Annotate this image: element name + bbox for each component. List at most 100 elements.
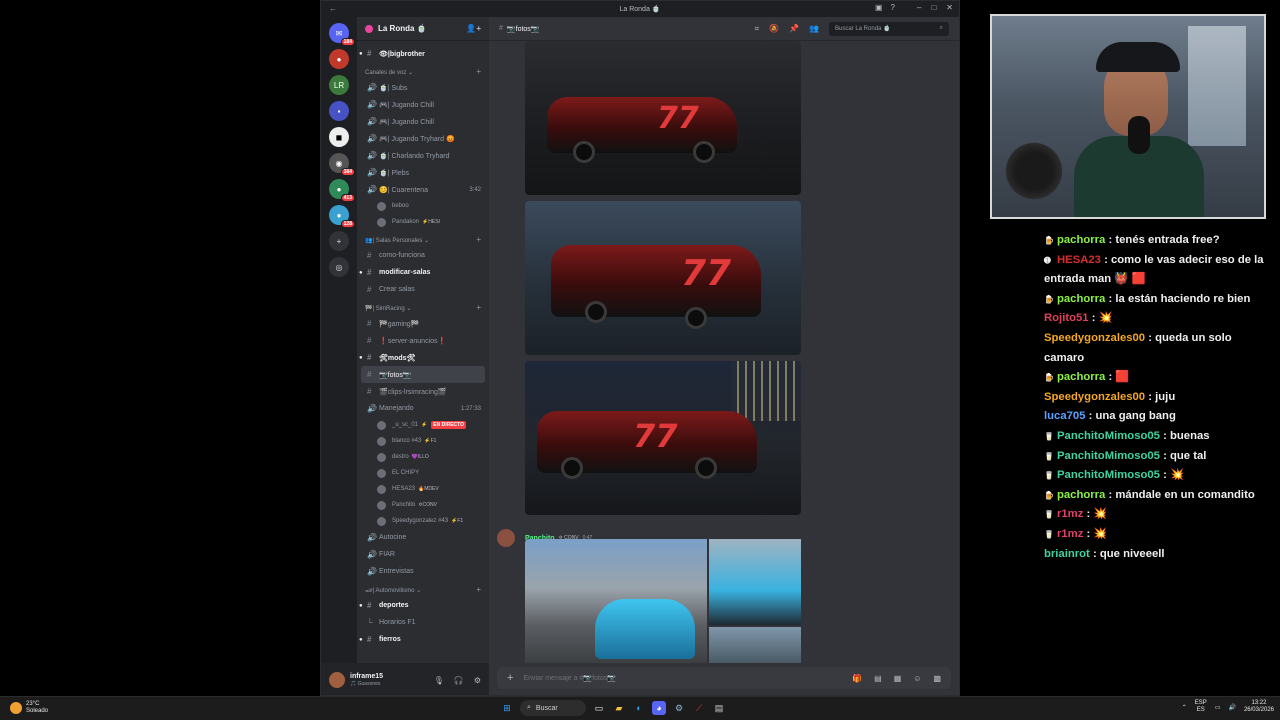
voice-channel[interactable]: 🔊 🍵| Subs — [357, 79, 489, 96]
voice-user[interactable]: Speedygonzalez #43 ⚡F1 — [357, 513, 489, 529]
attachment-image[interactable] — [525, 539, 707, 663]
network-icon[interactable]: ▭ — [1215, 704, 1221, 711]
edge-icon[interactable]: ◐ — [632, 701, 646, 715]
chat-username[interactable]: briainrot — [1044, 548, 1090, 560]
voice-channel[interactable]: 🔊 🎮| Jugando Tryhard 😡 — [357, 130, 489, 147]
voice-channel[interactable]: 🔊 Autocine — [357, 529, 489, 546]
server-icon[interactable]: ◉ 384 — [329, 153, 355, 176]
chat-username[interactable]: r1mz — [1057, 528, 1083, 540]
minimize-button[interactable]: – — [917, 3, 921, 12]
inbox-icon[interactable]: ▣ — [875, 3, 883, 12]
server-icon[interactable]: ◼ — [329, 127, 349, 147]
weather-widget[interactable]: 23°C Soleado — [10, 701, 48, 715]
voice-channel[interactable]: 🔊 🎮| Jugando Chill — [357, 113, 489, 130]
headphones-icon[interactable]: 🎧 — [454, 676, 464, 685]
server-icon[interactable]: ● 413 — [329, 179, 355, 202]
voice-user[interactable]: _u_sc_01 ⚡ EN DIRECTO — [357, 417, 489, 433]
chevron-up-icon[interactable]: ⌃ — [1182, 704, 1187, 711]
voice-user[interactable]: HESA23 🔥MDEV — [357, 481, 489, 497]
clock[interactable]: 13:22 26/03/2026 — [1244, 700, 1274, 714]
gift-icon[interactable]: 🎁 — [852, 674, 862, 683]
text-channel[interactable]: ● # deportes — [357, 597, 489, 614]
chat-username[interactable]: Speedygonzales00 — [1044, 391, 1145, 403]
discord-icon[interactable]: ◕ — [652, 701, 666, 715]
voice-user[interactable]: EL CHIPY — [357, 465, 489, 481]
chat-username[interactable]: pachorra — [1057, 234, 1105, 246]
server-folder-icon[interactable]: ▪ — [329, 101, 349, 121]
text-channel[interactable]: ● # 🛠mods🛠 — [357, 349, 489, 366]
back-arrow-icon[interactable]: ← — [329, 4, 337, 13]
text-channel[interactable]: # 🎬clips-lrsimracing🎬 — [357, 383, 489, 400]
add-channel-icon[interactable]: + — [476, 303, 481, 312]
attachment-image[interactable]: 77 — [525, 41, 801, 195]
explore-icon[interactable]: ◎ — [329, 257, 349, 277]
voice-user[interactable]: beboo — [357, 198, 489, 214]
apps-icon[interactable]: ▩ — [933, 674, 941, 683]
chat-username[interactable]: pachorra — [1057, 489, 1105, 501]
voice-user[interactable]: destro 💜ILLO — [357, 449, 489, 465]
voice-channel[interactable]: 🔊 Entrevistas — [357, 563, 489, 580]
threads-icon[interactable]: ⌗ — [755, 24, 760, 34]
attachment-image[interactable] — [709, 627, 801, 663]
start-icon[interactable]: ⊞ — [500, 701, 514, 715]
voice-channel[interactable]: 🔊 🎮| Jugando Chill — [357, 96, 489, 113]
gif-icon[interactable]: ▤ — [874, 674, 882, 683]
microphone-icon[interactable]: 🎙 — [434, 676, 444, 685]
attachment-image[interactable]: 77 — [525, 361, 801, 515]
invite-icon[interactable]: 👤+ — [466, 24, 481, 33]
attach-plus-icon[interactable]: + — [507, 672, 513, 684]
app-icon[interactable]: ⟋ — [692, 701, 706, 715]
message-composer[interactable]: + Enviar mensaje a #📷fotos📷 🎁 ▤ ▦ ☺ ▩ — [497, 667, 951, 689]
server-home-icon[interactable]: ✉ 184 — [329, 23, 355, 46]
maximize-button[interactable]: □ — [931, 3, 936, 12]
chat-username[interactable]: Speedygonzales00 — [1044, 332, 1145, 344]
add-channel-icon[interactable]: + — [476, 585, 481, 594]
text-channel[interactable]: # como-funciona — [357, 247, 489, 264]
sticker-icon[interactable]: ▦ — [894, 674, 902, 683]
chat-username[interactable]: pachorra — [1057, 293, 1105, 305]
text-channel[interactable]: # ❗server-anuncios❗ — [357, 332, 489, 349]
text-channel[interactable]: # Crear salas — [357, 281, 489, 298]
text-channel[interactable]: ● # modificar-salas — [357, 264, 489, 281]
emoji-icon[interactable]: ☺ — [913, 674, 921, 683]
avatar[interactable] — [497, 529, 515, 547]
task-view-icon[interactable]: ▭ — [592, 701, 606, 715]
app-icon[interactable]: ▤ — [712, 701, 726, 715]
taskbar-search[interactable]: ⌕ Buscar — [520, 700, 586, 716]
text-channel[interactable]: # 🏁gaming🏁 — [357, 315, 489, 332]
guild-header[interactable]: La Ronda 🍵 👤+ — [357, 17, 489, 41]
voice-channel[interactable]: 🔊 🍵| Charlando Tryhard — [357, 147, 489, 164]
server-icon[interactable]: ● 128 — [329, 205, 355, 228]
chat-username[interactable]: Rojito51 — [1044, 312, 1089, 324]
server-icon[interactable]: ● — [329, 49, 349, 69]
file-explorer-icon[interactable]: ▰ — [612, 701, 626, 715]
chat-username[interactable]: PanchitoMimoso05 — [1057, 469, 1160, 481]
steam-icon[interactable]: ⚙ — [672, 701, 686, 715]
chat-username[interactable]: PanchitoMimoso05 — [1057, 450, 1160, 462]
voice-channel[interactable]: 🔊 😊| Cuarentena 3:42 — [357, 181, 489, 198]
gear-icon[interactable]: ⚙ — [474, 676, 481, 685]
thread-item[interactable]: └ Horarios F1 — [357, 614, 489, 631]
server-la-ronda-icon[interactable]: LR — [329, 75, 349, 95]
voice-channel[interactable]: 🔊 Manejando 1:27:33 — [357, 400, 489, 417]
attachment-image[interactable] — [709, 539, 801, 625]
voice-user[interactable]: Panchito ✡CONV — [357, 497, 489, 513]
close-button[interactable]: ✕ — [946, 3, 953, 12]
chat-username[interactable]: HESA23 — [1057, 254, 1101, 266]
voice-user[interactable]: blanco #43 ⚡F1 — [357, 433, 489, 449]
channel-category[interactable]: Canales de voz ⌄ + — [357, 62, 489, 79]
avatar[interactable] — [329, 672, 345, 688]
channel-category[interactable]: 🏎| Automovilismo ⌄ + — [357, 580, 489, 597]
search-input[interactable]: Buscar La Ronda 🍵 ⌕ — [829, 21, 949, 36]
add-channel-icon[interactable]: + — [476, 67, 481, 76]
chat-username[interactable]: r1mz — [1057, 508, 1083, 520]
add-server-icon[interactable]: + — [329, 231, 349, 251]
volume-icon[interactable]: 🔊 — [1228, 704, 1235, 711]
text-channel[interactable]: ● # fierros — [357, 631, 489, 648]
members-icon[interactable]: 👥 — [809, 24, 819, 33]
language-indicator[interactable]: ESP ES — [1195, 700, 1207, 714]
pin-icon[interactable]: 📌 — [789, 24, 799, 33]
attachment-image[interactable]: 77 — [525, 201, 801, 355]
voice-channel[interactable]: 🔊 FIAR — [357, 546, 489, 563]
text-channel[interactable]: # 📷fotos📷 — [361, 366, 485, 383]
